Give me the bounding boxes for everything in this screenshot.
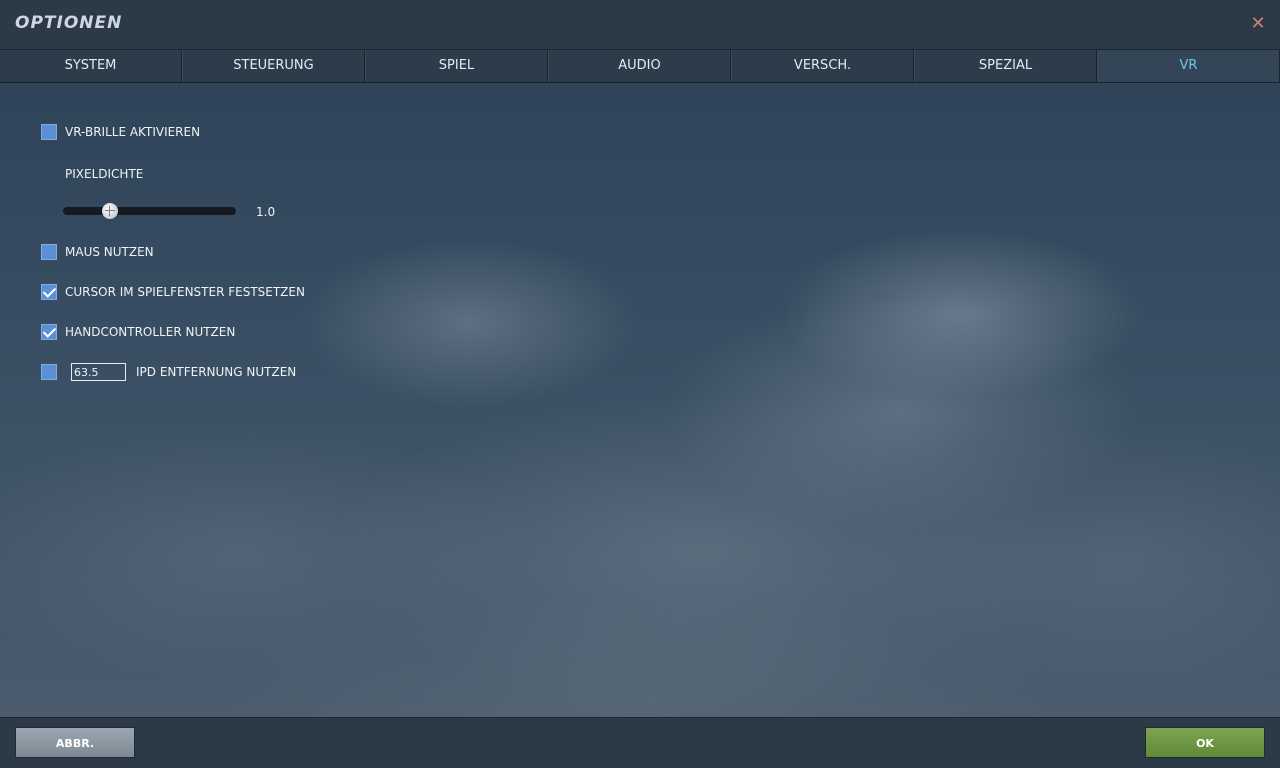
enable-headset-row: VR-BRILLE AKTIVIEREN <box>41 124 200 140</box>
enable-headset-label: VR-BRILLE AKTIVIEREN <box>65 125 201 139</box>
hand-controllers-checkbox[interactable] <box>41 324 57 340</box>
ipd-input[interactable] <box>71 363 126 381</box>
window-title: OPTIONEN <box>15 13 123 33</box>
tab-steuerung[interactable]: STEUERUNG <box>182 50 365 82</box>
tab-vr[interactable]: VR <box>1097 50 1280 82</box>
tab-spezial[interactable]: SPEZIAL <box>914 50 1097 82</box>
use-mouse-row: MAUS NUTZEN <box>41 244 154 260</box>
hand-controllers-label: HANDCONTROLLER NUTZEN <box>65 325 236 339</box>
tab-system[interactable]: SYSTEM <box>0 50 182 82</box>
hand-controllers-row: HANDCONTROLLER NUTZEN <box>41 324 235 340</box>
ipd-checkbox[interactable] <box>41 364 57 380</box>
pixel-density-value: 1.0 <box>256 205 276 219</box>
title-bar: OPTIONEN ✕ <box>0 0 1280 50</box>
tab-spiel[interactable]: SPIEL <box>365 50 548 82</box>
footer-bar: ABBR. OK <box>0 717 1280 768</box>
pixel-density-label: PIXELDICHTE <box>65 167 144 181</box>
pixel-density-slider[interactable] <box>63 203 236 219</box>
ipd-label: IPD ENTFERNUNG NUTZEN <box>136 365 297 379</box>
ipd-row: IPD ENTFERNUNG NUTZEN <box>41 363 297 381</box>
pixel-density-slider-thumb[interactable] <box>101 203 118 219</box>
use-mouse-label: MAUS NUTZEN <box>65 245 154 259</box>
lock-cursor-checkbox[interactable] <box>41 284 57 300</box>
tab-bar: SYSTEM STEUERUNG SPIEL AUDIO VERSCH. SPE… <box>0 50 1280 83</box>
tab-versch[interactable]: VERSCH. <box>731 50 914 82</box>
close-icon[interactable]: ✕ <box>1250 14 1266 34</box>
lock-cursor-label: CURSOR IM SPIELFENSTER FESTSETZEN <box>65 285 305 299</box>
lock-cursor-row: CURSOR IM SPIELFENSTER FESTSETZEN <box>41 284 305 300</box>
enable-headset-checkbox[interactable] <box>41 124 57 140</box>
cancel-button[interactable]: ABBR. <box>15 727 135 758</box>
ok-button[interactable]: OK <box>1145 727 1265 758</box>
tab-audio[interactable]: AUDIO <box>548 50 731 82</box>
use-mouse-checkbox[interactable] <box>41 244 57 260</box>
options-panel: VR-BRILLE AKTIVIEREN PIXELDICHTE 1.0 MAU… <box>0 83 1280 717</box>
